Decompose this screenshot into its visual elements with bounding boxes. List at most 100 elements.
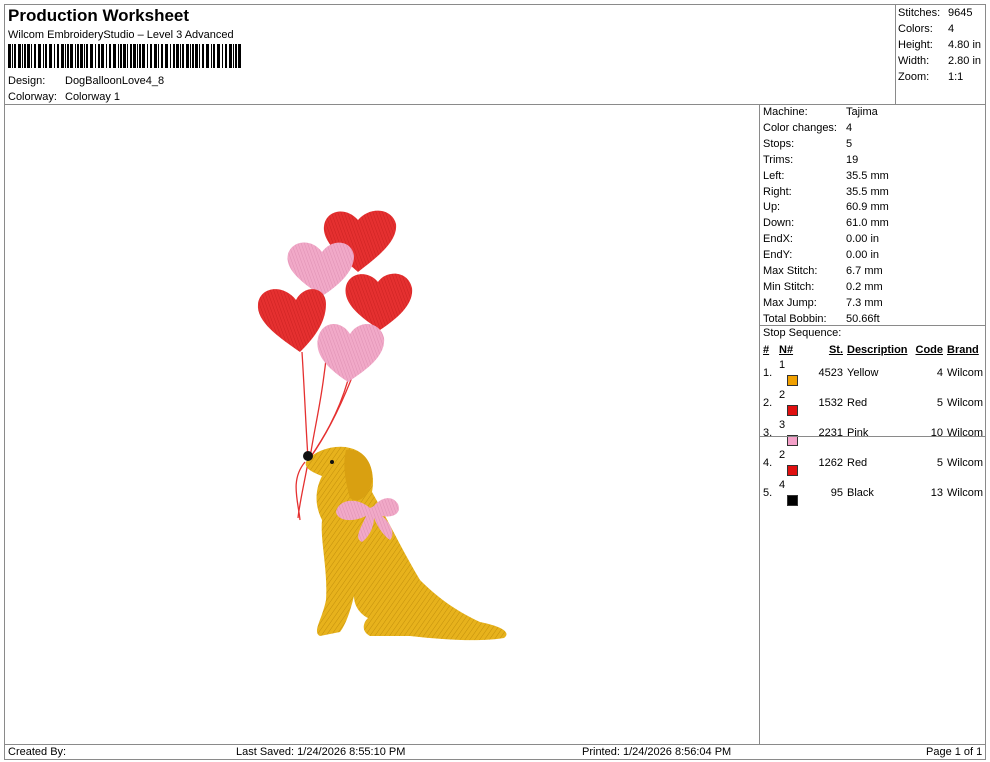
col-n: N# (779, 343, 794, 356)
design-value: DogBalloonLove4_8 (65, 75, 165, 87)
stop-stitches: 1262 (818, 456, 843, 469)
stop-brand: Wilcom (947, 456, 984, 469)
stop-num: 3. (763, 426, 773, 439)
summary-label: Width: (898, 55, 930, 67)
machine-info-value: 19 (846, 153, 859, 166)
stop-num: 5. (763, 486, 773, 499)
stop-row: 5. 4 95 Black 13 Wilcom (761, 478, 985, 508)
heart-pink-top (287, 242, 354, 296)
stop-description: Pink (847, 426, 869, 439)
barcode (8, 44, 241, 68)
stop-needle: 4 (777, 478, 803, 508)
stop-needle: 2 (777, 388, 803, 418)
stop-description: Red (847, 396, 868, 409)
colorway-value: Colorway 1 (65, 91, 121, 103)
stop-code: 5 (936, 456, 943, 469)
dog-eye-icon (330, 460, 334, 464)
stop-needle-num: 1 (779, 359, 786, 371)
summary-value: 2.80 in (948, 55, 982, 67)
summary-value: 1:1 (948, 71, 964, 83)
stop-needle-num: 3 (779, 419, 786, 431)
stop-needle: 3 (777, 418, 803, 448)
machine-info-value: 5 (846, 137, 853, 150)
footer-saved: Last Saved: 1/24/2026 8:55:10 PM (236, 746, 406, 758)
app-subtitle: Wilcom EmbroideryStudio – Level 3 Advanc… (8, 29, 234, 41)
stop-num: 4. (763, 456, 773, 469)
colorway-label: Colorway: (8, 91, 57, 103)
stop-table-header: # N# St. Description Code Brand (761, 342, 985, 358)
stop-brand: Wilcom (947, 426, 984, 439)
summary-value: 4.80 in (948, 39, 982, 51)
table-divider (759, 436, 986, 437)
page-title: Production Worksheet (8, 6, 190, 25)
machine-info-value: 61.0 mm (846, 217, 889, 230)
col-code: Code (915, 343, 944, 356)
dog-body (305, 446, 507, 641)
footer-frame (4, 744, 986, 760)
stop-needle-num: 2 (779, 389, 786, 401)
machine-info-label: Max Stitch: (763, 265, 818, 277)
stop-brand: Wilcom (947, 366, 984, 379)
stop-row: 1. 1 4523 Yellow 4 Wilcom (761, 358, 985, 388)
stop-code: 13 (930, 486, 943, 499)
machine-info-value: 50.66ft (846, 312, 880, 325)
stop-num: 1. (763, 366, 773, 379)
heart-pink-bottom (317, 323, 385, 382)
color-swatch (787, 374, 798, 386)
machine-info-label: EndX: (763, 233, 793, 246)
stop-brand: Wilcom (947, 396, 984, 409)
machine-info-value: 4 (846, 121, 853, 134)
machine-info-label: Left: (763, 169, 785, 182)
stop-row: 4. 2 1262 Red 5 Wilcom (761, 448, 985, 478)
heart-red-left (257, 289, 326, 352)
machine-info-label: Down: (763, 217, 795, 230)
summary-label: Height: (898, 39, 933, 51)
stop-stitches: 2231 (818, 426, 843, 439)
stop-description: Red (847, 456, 868, 469)
design-label: Design: (8, 75, 46, 87)
stop-needle-num: 2 (779, 449, 786, 461)
col-brand: Brand (947, 343, 979, 356)
stop-row: 2. 2 1532 Red 5 Wilcom (761, 388, 985, 418)
footer-created: Created By: (8, 746, 67, 758)
footer-page: Page 1 of 1 (926, 746, 983, 758)
machine-info-value: 7.3 mm (846, 296, 883, 309)
stop-stitches: 1532 (818, 396, 843, 409)
summary-label: Stitches: (898, 7, 941, 19)
machine-info-label: Max Jump: (763, 296, 817, 309)
machine-info-label: EndY: (763, 249, 793, 262)
stop-stitches: 4523 (818, 366, 843, 379)
machine-info-value: 0.00 in (846, 233, 880, 246)
stop-description: Yellow (847, 366, 879, 379)
machine-info-label: Up: (763, 201, 781, 214)
summary-label: Zoom: (898, 71, 930, 83)
machine-info-value: 0.00 in (846, 249, 880, 262)
stop-sequence-title: Stop Sequence: (763, 327, 842, 339)
stop-needle-num: 4 (779, 479, 786, 491)
col-st: St. (828, 343, 843, 356)
stop-needle: 1 (777, 358, 803, 388)
machine-info-label: Right: (763, 185, 792, 198)
dog-nose-icon (303, 451, 313, 461)
stop-sequence-table: # N# St. Description Code Brand 1. 1 4523 Y… (761, 342, 985, 508)
machine-info-value: Tajima (846, 106, 878, 118)
color-swatch (787, 464, 798, 476)
stop-code: 4 (936, 366, 943, 379)
stop-needle: 2 (777, 448, 803, 478)
summary-label: Colors: (898, 23, 933, 35)
stop-code: 10 (930, 426, 943, 439)
machine-info-label: Stops: (763, 137, 795, 150)
col-num: # (763, 343, 770, 356)
stop-num: 2. (763, 396, 773, 409)
color-swatch (787, 494, 798, 506)
machine-info-label: Trims: (763, 153, 794, 166)
machine-info-value: 35.5 mm (846, 185, 889, 198)
heart-red-right (345, 273, 413, 330)
machine-info-value: 0.2 mm (846, 280, 883, 293)
machine-info-value: 60.9 mm (846, 201, 889, 214)
footer-printed: Printed: 1/24/2026 8:56:04 PM (582, 746, 732, 758)
machine-info-value: 35.5 mm (846, 169, 889, 182)
stop-brand: Wilcom (947, 486, 984, 499)
stop-stitches: 95 (830, 486, 843, 499)
summary-value: 4 (948, 23, 955, 35)
